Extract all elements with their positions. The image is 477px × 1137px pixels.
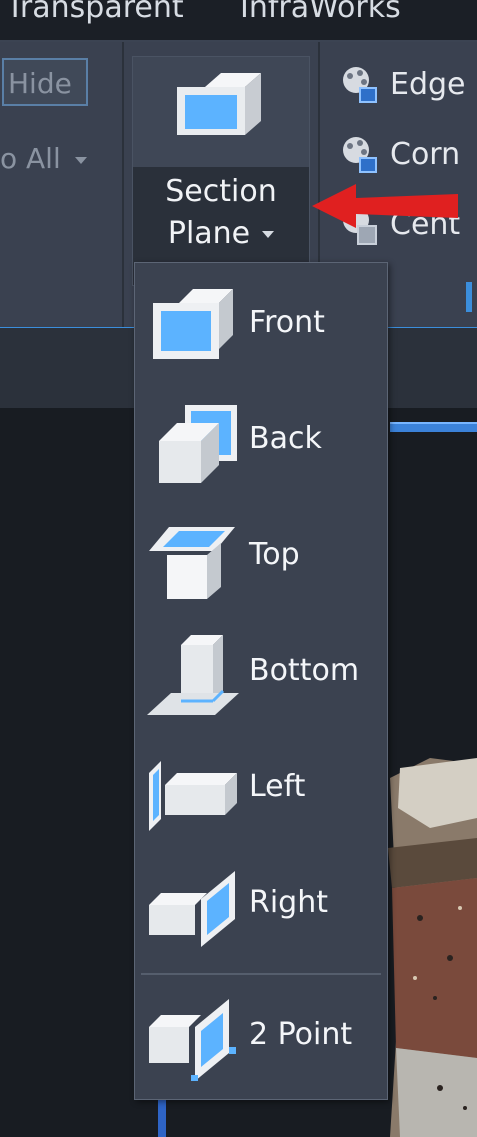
hide-button[interactable]: Hide xyxy=(2,58,88,106)
section-plane-dropdown-menu: Front Back Top Bottom Left Right 2 Point xyxy=(134,262,388,1100)
corner-label: Corn xyxy=(390,137,461,172)
app-window: Transparent InfraWorks Hide o All Sectio… xyxy=(0,0,477,1137)
menu-item-right[interactable]: Right xyxy=(135,847,387,963)
section-plane-label-line2: Plane xyxy=(167,216,251,251)
menu-item-label: Front xyxy=(249,305,325,340)
section-right-icon xyxy=(149,871,235,947)
annotation-arrow-icon xyxy=(312,184,458,228)
tab-transparent[interactable]: Transparent xyxy=(6,0,184,25)
panel-label-indicator xyxy=(466,282,472,312)
edge-button[interactable]: Edge xyxy=(338,60,466,110)
section-plane-main[interactable] xyxy=(133,57,309,167)
section-line xyxy=(390,422,477,432)
edge-icon xyxy=(343,66,377,103)
menu-item-top[interactable]: Top xyxy=(135,499,387,615)
corner-button[interactable]: Corn xyxy=(338,130,460,180)
section-plane-label[interactable]: Section Plane xyxy=(133,171,309,255)
section-front-icon xyxy=(153,289,233,359)
section-2point-icon xyxy=(149,999,236,1081)
show-all-button[interactable]: o All xyxy=(0,142,87,175)
tab-infraworks[interactable]: InfraWorks xyxy=(240,0,401,25)
menu-item-back[interactable]: Back xyxy=(135,383,387,499)
menu-item-left[interactable]: Left xyxy=(135,731,387,847)
menu-item-label: Bottom xyxy=(249,653,360,688)
menu-item-bottom[interactable]: Bottom xyxy=(135,615,387,731)
menu-item-2-point[interactable]: 2 Point xyxy=(135,979,387,1095)
section-plane-button[interactable]: Section Plane xyxy=(132,56,310,286)
chevron-down-icon xyxy=(74,156,87,164)
menu-item-front[interactable]: Front xyxy=(135,267,387,383)
show-all-label: o All xyxy=(0,142,61,175)
ribbon-separator xyxy=(122,42,124,327)
menu-item-label: Right xyxy=(249,885,328,920)
menu-item-label: 2 Point xyxy=(249,1017,353,1052)
menu-item-label: Back xyxy=(249,421,322,456)
section-bottom-icon xyxy=(147,635,239,715)
section-top-icon xyxy=(149,527,235,599)
chevron-down-icon[interactable] xyxy=(262,231,275,238)
edge-label: Edge xyxy=(390,67,466,102)
section-left-icon xyxy=(149,761,237,831)
section-plane-icon xyxy=(177,73,261,135)
menu-item-label: Left xyxy=(249,769,306,804)
ribbon-tab-strip: Transparent InfraWorks xyxy=(0,0,477,42)
section-back-icon xyxy=(159,405,237,483)
corner-icon xyxy=(343,136,377,173)
menu-item-label: Top xyxy=(249,537,300,572)
section-plane-label-line1: Section xyxy=(165,174,277,209)
menu-divider xyxy=(141,973,381,975)
